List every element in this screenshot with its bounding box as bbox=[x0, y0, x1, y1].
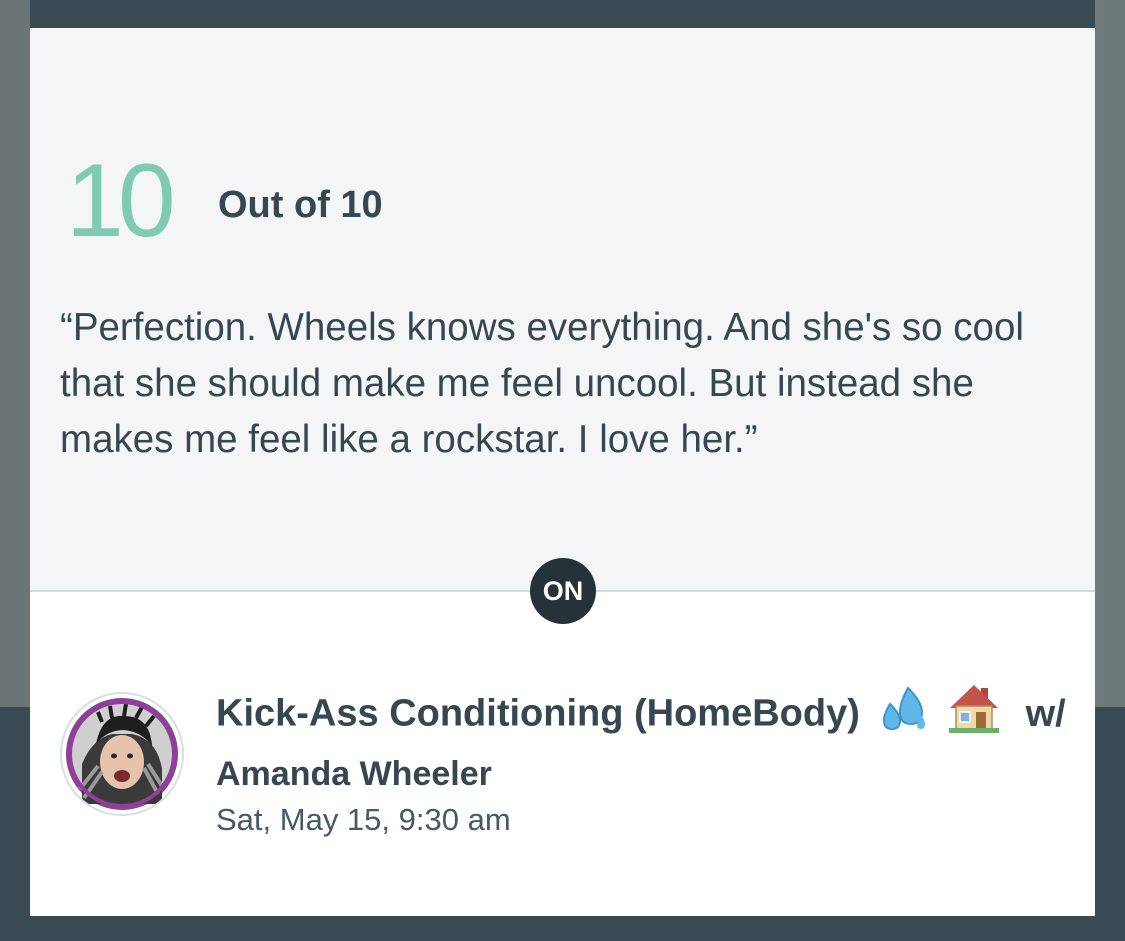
review-section: 10 Out of 10 “Perfection. Wheels knows e… bbox=[30, 28, 1095, 592]
class-title[interactable]: Kick-Ass Conditioning (HomeBody) bbox=[216, 693, 860, 735]
review-quote: “Perfection. Wheels knows everything. An… bbox=[60, 306, 1024, 461]
house-icon bbox=[947, 682, 1001, 749]
score-suffix: Out of 10 bbox=[218, 184, 383, 226]
with-label: w/ bbox=[1025, 692, 1066, 735]
instructor-name[interactable]: Amanda Wheeler bbox=[216, 750, 492, 798]
class-date: Sat, May 15, 9:30 am bbox=[216, 802, 511, 837]
review-card: 10 Out of 10 “Perfection. Wheels knows e… bbox=[30, 28, 1095, 916]
class-title-row[interactable]: Kick-Ass Conditioning (HomeBody) w/ bbox=[216, 682, 1076, 749]
card-top-strip bbox=[30, 0, 1095, 28]
instructor-avatar[interactable] bbox=[62, 694, 182, 814]
sweat-droplets-icon bbox=[878, 684, 928, 747]
on-badge: ON bbox=[530, 558, 596, 624]
score-value: 10 bbox=[66, 143, 176, 259]
